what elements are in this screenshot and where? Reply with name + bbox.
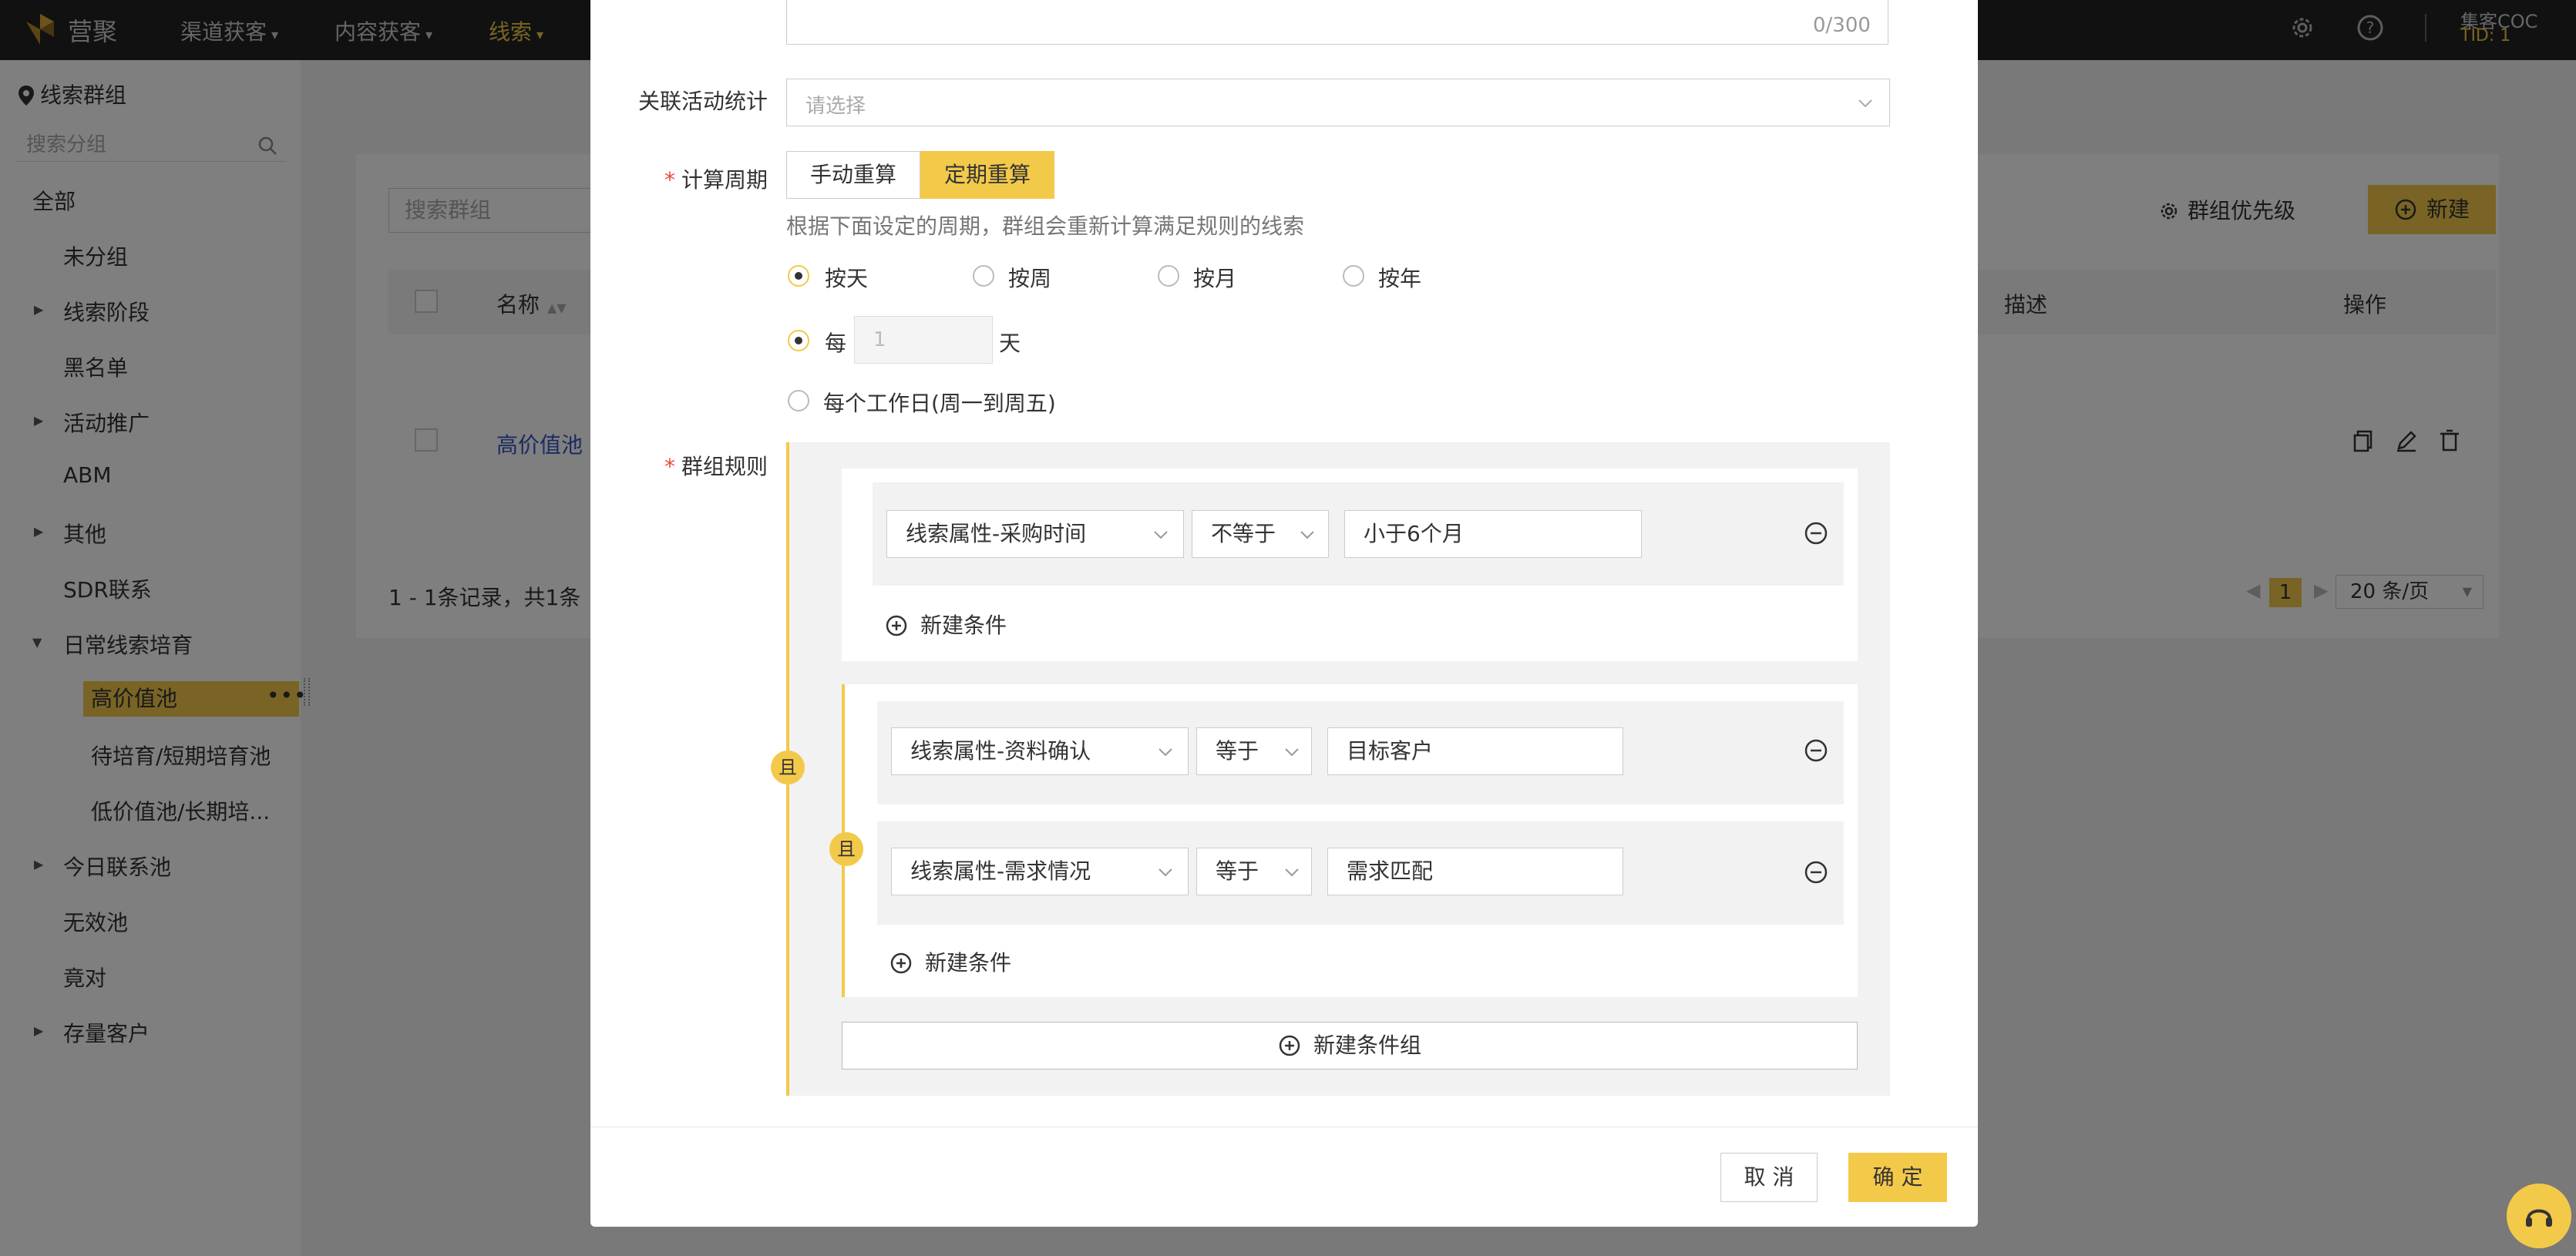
required-mark: * — [664, 167, 675, 193]
add-condition-button[interactable]: 新建条件 — [885, 609, 1007, 640]
rules-label-text: 群组规则 — [681, 454, 768, 479]
add-condition-group-button[interactable]: 新建条件组 — [842, 1022, 1858, 1070]
radio-every-n-days[interactable] — [788, 330, 809, 351]
related-activity-select[interactable]: 请选择 — [786, 79, 1890, 126]
radio-yearly[interactable] — [1343, 265, 1364, 287]
remove-condition-icon[interactable] — [1804, 860, 1828, 885]
radio-workdays[interactable] — [788, 390, 809, 411]
condition-operator-value: 等于 — [1216, 738, 1259, 764]
condition-value-input[interactable]: 需求匹配 — [1327, 848, 1623, 895]
manual-recalc-button[interactable]: 手动重算 — [786, 151, 920, 199]
chevron-down-icon — [1159, 748, 1172, 757]
condition-value-input[interactable]: 小于6个月 — [1344, 510, 1642, 558]
confirm-button[interactable]: 确 定 — [1848, 1153, 1947, 1202]
headset-icon — [2526, 1209, 2552, 1227]
related-activity-label-text: 关联活动统计 — [637, 89, 768, 114]
radio-workdays-label[interactable]: 每个工作日(周一到周五) — [823, 387, 1056, 418]
condition-operator-select[interactable]: 等于 — [1196, 727, 1312, 775]
condition-field-value: 线索属性-采购时间 — [906, 521, 1087, 546]
chevron-down-icon — [1285, 868, 1299, 877]
radio-weekly-label[interactable]: 按周 — [1008, 262, 1051, 293]
condition-field-select[interactable]: 线索属性-需求情况 — [891, 848, 1189, 895]
plus-circle-icon — [886, 615, 907, 636]
condition-operator-value: 等于 — [1216, 858, 1259, 884]
char-counter: 0/300 — [1813, 14, 1871, 37]
condition-value-input[interactable]: 目标客户 — [1327, 727, 1623, 775]
condition-operator-value: 不等于 — [1211, 521, 1276, 546]
cycle-label: * 计算周期 — [590, 163, 768, 194]
condition-field-value: 线索属性-需求情况 — [910, 858, 1091, 884]
every-label: 每 — [825, 331, 847, 356]
radio-weekly[interactable] — [973, 265, 994, 287]
radio-daily-label[interactable]: 按天 — [825, 262, 868, 293]
plus-circle-icon — [1279, 1035, 1300, 1056]
every-days-input[interactable]: 1 — [854, 316, 993, 364]
add-condition-label: 新建条件 — [920, 613, 1007, 638]
condition-field-value: 线索属性-资料确认 — [910, 738, 1091, 764]
add-condition-label: 新建条件 — [925, 950, 1012, 976]
periodic-recalc-button[interactable]: 定期重算 — [920, 151, 1054, 199]
chevron-down-icon — [1858, 99, 1872, 108]
edit-group-modal: 0/300 关联活动统计 请选择 * 计算周期 手动重算 定期重算 根据下面设定的… — [590, 0, 1978, 1227]
chevron-down-icon — [1300, 531, 1314, 539]
condition-operator-select[interactable]: 不等于 — [1192, 510, 1329, 558]
required-mark: * — [664, 454, 675, 479]
cancel-button[interactable]: 取 消 — [1720, 1153, 1818, 1202]
cycle-hint: 根据下面设定的周期，群组会重新计算满足规则的线索 — [786, 213, 1305, 239]
condition-field-select[interactable]: 线索属性-采购时间 — [886, 510, 1184, 558]
remove-condition-icon[interactable] — [1804, 521, 1828, 546]
condition-operator-select[interactable]: 等于 — [1196, 848, 1312, 895]
related-activity-label: 关联活动统计 — [590, 85, 768, 116]
and-badge-inner[interactable]: 且 — [829, 832, 863, 866]
support-button[interactable] — [2507, 1184, 2571, 1248]
and-badge-outer[interactable]: 且 — [771, 751, 805, 784]
chevron-down-icon — [1154, 531, 1168, 539]
radio-monthly-label[interactable]: 按月 — [1193, 262, 1236, 293]
related-activity-placeholder: 请选择 — [805, 95, 866, 118]
plus-circle-icon — [890, 952, 912, 974]
description-textarea[interactable] — [786, 0, 1888, 45]
rules-label: * 群组规则 — [590, 450, 768, 481]
radio-monthly[interactable] — [1158, 265, 1179, 287]
condition-field-select[interactable]: 线索属性-资料确认 — [891, 727, 1189, 775]
day-unit-label: 天 — [999, 331, 1021, 356]
chevron-down-icon — [1159, 868, 1172, 877]
radio-yearly-label[interactable]: 按年 — [1378, 262, 1421, 293]
remove-condition-icon[interactable] — [1804, 738, 1828, 763]
cycle-label-text: 计算周期 — [681, 167, 768, 193]
add-condition-button[interactable]: 新建条件 — [889, 946, 1011, 977]
radio-daily[interactable] — [788, 265, 809, 287]
add-condition-group-label: 新建条件组 — [1313, 1033, 1421, 1058]
chevron-down-icon — [1285, 748, 1299, 757]
